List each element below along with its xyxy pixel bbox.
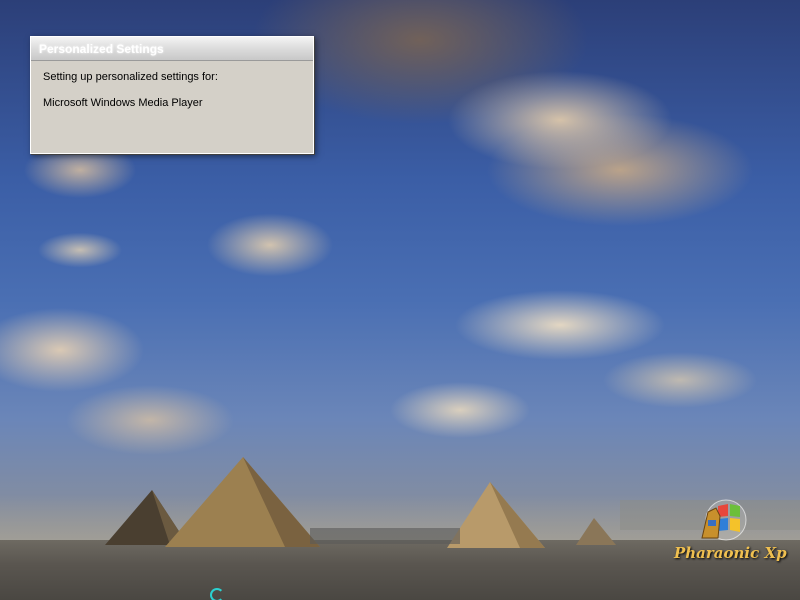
windows-flag-sphinx-logo-icon — [701, 499, 747, 541]
pyramid-far-right — [576, 518, 616, 545]
dialog-body: Setting up personalized settings for: Mi… — [31, 61, 313, 133]
distant-town — [310, 528, 460, 544]
dialog-titlebar: Personalized Settings — [31, 37, 313, 61]
dialog-title: Personalized Settings — [39, 41, 164, 56]
busy-spinner-icon — [210, 588, 224, 600]
personalized-settings-dialog: Personalized Settings Setting up persona… — [30, 36, 314, 154]
logo-text: Pharaonic Xp — [674, 544, 787, 562]
component-name-text: Microsoft Windows Media Player — [43, 97, 203, 109]
setup-status-text: Setting up personalized settings for: — [43, 71, 218, 83]
pharaonic-xp-logo: Pharaonic Xp — [668, 498, 787, 574]
desktop: Personalized Settings Setting up persona… — [0, 0, 800, 600]
